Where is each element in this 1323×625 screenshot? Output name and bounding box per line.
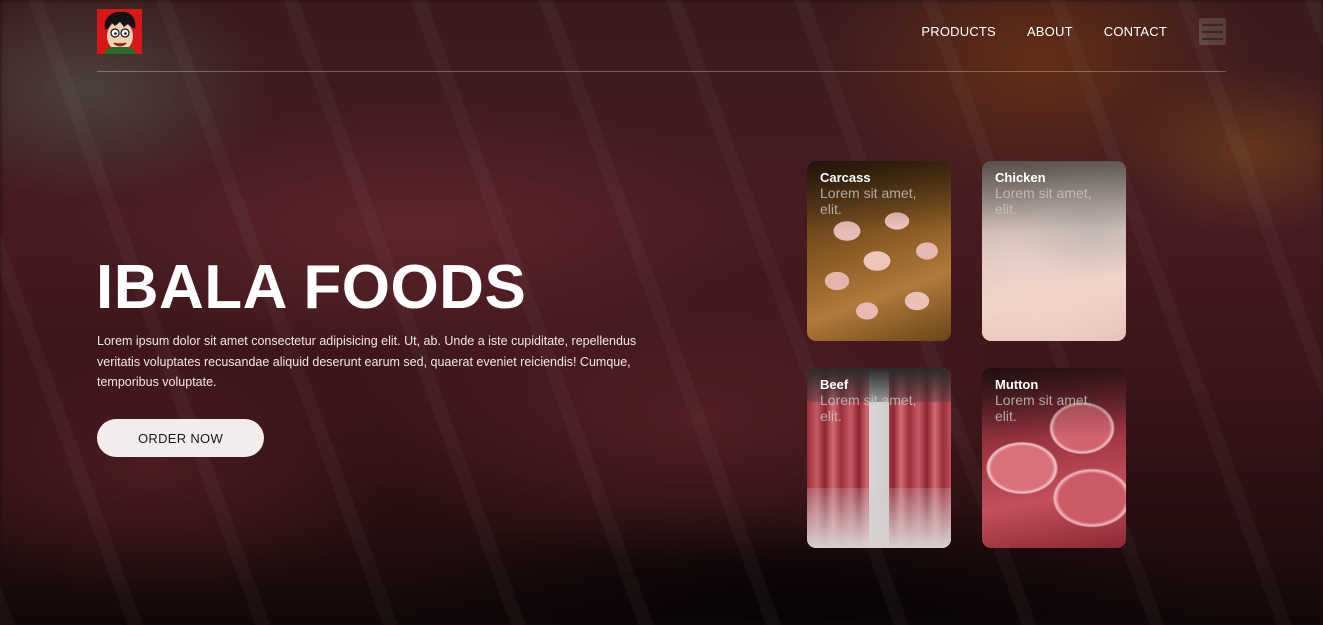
card-text: Carcass Lorem sit amet, elit. (820, 170, 941, 217)
product-card-mutton[interactable]: Mutton Lorem sit amet, elit. (982, 368, 1126, 548)
nav-link-about[interactable]: ABOUT (1027, 24, 1073, 39)
menu-bar (1202, 23, 1223, 26)
nav-link-contact[interactable]: CONTACT (1104, 24, 1167, 39)
card-description: Lorem sit amet, elit. (820, 185, 917, 217)
hero-title: IBALA FOODS (96, 253, 527, 322)
card-text: Beef Lorem sit amet, elit. (820, 377, 941, 424)
card-title: Carcass (820, 170, 871, 185)
hero-description: Lorem ipsum dolor sit amet consectetur a… (97, 334, 637, 389)
menu-bar (1202, 37, 1223, 40)
card-description: Lorem sit amet, elit. (995, 185, 1092, 217)
product-card-carcass[interactable]: Carcass Lorem sit amet, elit. (807, 161, 951, 341)
nav-link-products[interactable]: PRODUCTS (921, 24, 996, 39)
product-card-beef[interactable]: Beef Lorem sit amet, elit. (807, 368, 951, 548)
card-description: Lorem sit amet, elit. (995, 392, 1092, 424)
card-title: Chicken (995, 170, 1046, 185)
card-title: Mutton (995, 377, 1039, 392)
card-text: Chicken Lorem sit amet, elit. (995, 170, 1116, 217)
card-description: Lorem sit amet, elit. (820, 392, 917, 424)
menu-bar (1202, 30, 1223, 33)
card-title: Beef (820, 377, 849, 392)
card-text: Mutton Lorem sit amet, elit. (995, 377, 1116, 424)
logo-graphic (97, 9, 142, 54)
order-now-button[interactable]: ORDER NOW (97, 419, 264, 457)
landing-page: PRODUCTS ABOUT CONTACT IBALA FOODS Lorem… (0, 0, 1323, 625)
product-card-chicken[interactable]: Chicken Lorem sit amet, elit. (982, 161, 1126, 341)
beef-image-floor (807, 488, 951, 548)
cartoon-avatar-logo-icon[interactable] (97, 9, 142, 54)
hamburger-menu-icon[interactable] (1199, 18, 1226, 45)
main-nav: PRODUCTS ABOUT CONTACT (921, 18, 1226, 45)
site-header: PRODUCTS ABOUT CONTACT (97, 9, 1226, 72)
